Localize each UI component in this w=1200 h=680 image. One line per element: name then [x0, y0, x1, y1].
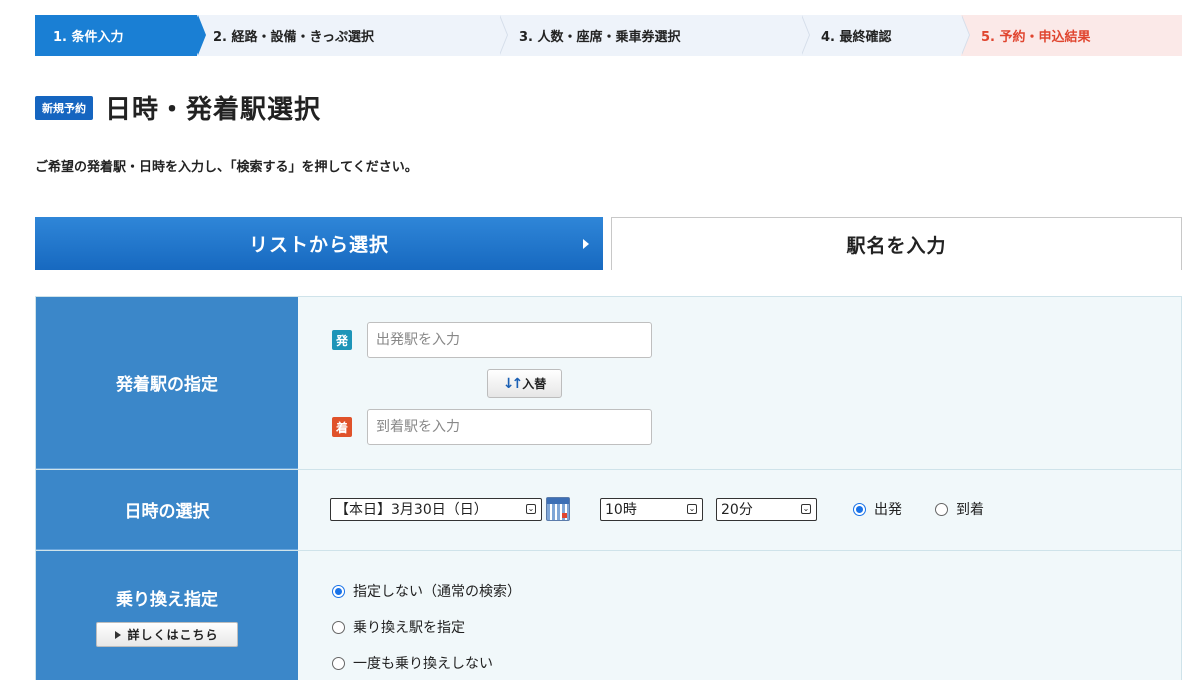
hour-select-value: 10時 [605, 502, 637, 518]
departure-tag: 発 [332, 330, 352, 350]
instruction-text: ご希望の発着駅・日時を入力し、「検索する」を押してください。 [35, 160, 418, 175]
step-3: 3. 人数・座席・乗車券選択 [499, 15, 810, 56]
departure-station-input[interactable] [367, 322, 652, 358]
transfer-option-label: 乗り換え駅を指定 [353, 620, 465, 636]
radio-unselected-icon [332, 656, 345, 670]
hour-select[interactable]: 10時 ⌄ [600, 497, 703, 521]
radio-unselected-icon [935, 502, 948, 516]
details-button-label: 詳しくはこちら [127, 628, 219, 642]
datetime-row: 日時の選択 【本日】3月30日（日） ⌄ 10時 ⌄ 20分 ⌄ 出発 到着 [36, 470, 1181, 551]
datetime-controls: 【本日】3月30日（日） ⌄ 10時 ⌄ 20分 ⌄ 出発 到着 [330, 497, 984, 521]
page-header: 新規予約 日時・発着駅選択 [35, 89, 321, 126]
minute-select[interactable]: 20分 ⌄ [716, 497, 817, 521]
chevron-down-icon: ⌄ [801, 503, 811, 514]
arrival-station-input[interactable] [367, 409, 652, 445]
search-form: 発着駅の指定 発 ↓↑ 入替 着 日時の選択 【本日】3月30日（日） ⌄ [35, 296, 1182, 680]
step-2-label: 2. 経路・設備・きっぷ選択 [213, 30, 374, 45]
departure-radio[interactable]: 出発 [853, 499, 902, 519]
step-progress-bar: 1. 条件入力 2. 経路・設備・きっぷ選択 3. 人数・座席・乗車券選択 4.… [35, 15, 1182, 56]
chevron-down-icon: ⌄ [687, 503, 697, 514]
step-5-label: 5. 予約・申込結果 [981, 30, 1091, 45]
arrival-radio[interactable]: 到着 [935, 499, 984, 519]
transfer-option-label: 指定しない（通常の検索） [353, 584, 521, 600]
step-4: 4. 最終確認 [801, 15, 970, 56]
new-reservation-badge: 新規予約 [35, 95, 93, 120]
datetime-row-label: 日時の選択 [36, 470, 298, 550]
step-2: 2. 経路・設備・きっぷ選択 [197, 15, 508, 56]
date-select[interactable]: 【本日】3月30日（日） ⌄ [330, 497, 542, 521]
chevron-down-icon: ⌄ [526, 503, 536, 514]
step-1-label: 1. 条件入力 [53, 30, 124, 45]
calendar-icon[interactable] [546, 497, 570, 521]
arrival-tag: 着 [332, 417, 352, 437]
station-row-label: 発着駅の指定 [36, 297, 298, 469]
triangle-right-icon [115, 630, 122, 639]
arrival-radio-label: 到着 [956, 502, 984, 518]
radio-unselected-icon [332, 620, 345, 634]
swap-stations-button[interactable]: ↓↑ 入替 [487, 369, 562, 398]
date-select-value: 【本日】3月30日（日） [335, 502, 488, 518]
transfer-option-specify[interactable]: 乗り換え駅を指定 [332, 617, 465, 637]
page-title: 日時・発着駅選択 [105, 95, 322, 125]
radio-selected-icon [332, 584, 345, 598]
transfer-option-label: 一度も乗り換えしない [353, 656, 493, 672]
arrival-line: 着 [332, 409, 652, 445]
transfer-option-none[interactable]: 指定しない（通常の検索） [332, 581, 521, 601]
minute-select-value: 20分 [721, 502, 753, 518]
tab-select-from-list[interactable]: リストから選択 [35, 217, 603, 270]
departure-line: 発 [332, 322, 652, 358]
step-1: 1. 条件入力 [35, 15, 206, 56]
chevron-right-icon [583, 239, 589, 249]
swap-stations-label: 入替 [522, 377, 547, 391]
datetime-row-body: 【本日】3月30日（日） ⌄ 10時 ⌄ 20分 ⌄ 出発 到着 [298, 470, 1181, 550]
swap-arrows-icon: ↓↑ [502, 375, 524, 392]
transfer-row-body: 指定しない（通常の検索） 乗り換え駅を指定 一度も乗り換えしない [298, 551, 1181, 680]
station-row: 発着駅の指定 発 ↓↑ 入替 着 [36, 297, 1181, 470]
tab-enter-station-name-label: 駅名を入力 [846, 234, 947, 257]
radio-selected-icon [853, 502, 866, 516]
transfer-option-no-transfer[interactable]: 一度も乗り換えしない [332, 653, 493, 673]
departure-radio-label: 出発 [874, 502, 902, 518]
tab-select-from-list-label: リストから選択 [248, 234, 389, 256]
step-3-label: 3. 人数・座席・乗車券選択 [519, 30, 681, 45]
details-button[interactable]: 詳しくはこちら [96, 622, 238, 647]
tab-enter-station-name[interactable]: 駅名を入力 [611, 217, 1182, 270]
station-row-body: 発 ↓↑ 入替 着 [298, 297, 1181, 469]
transfer-row: 乗り換え指定 詳しくはこちら 指定しない（通常の検索） 乗り換え駅を指定 一度も… [36, 551, 1181, 680]
step-5: 5. 予約・申込結果 [961, 15, 1182, 56]
step-4-label: 4. 最終確認 [821, 30, 892, 45]
transfer-row-label: 乗り換え指定 詳しくはこちら [36, 551, 298, 680]
transfer-row-title: 乗り換え指定 [116, 590, 218, 610]
